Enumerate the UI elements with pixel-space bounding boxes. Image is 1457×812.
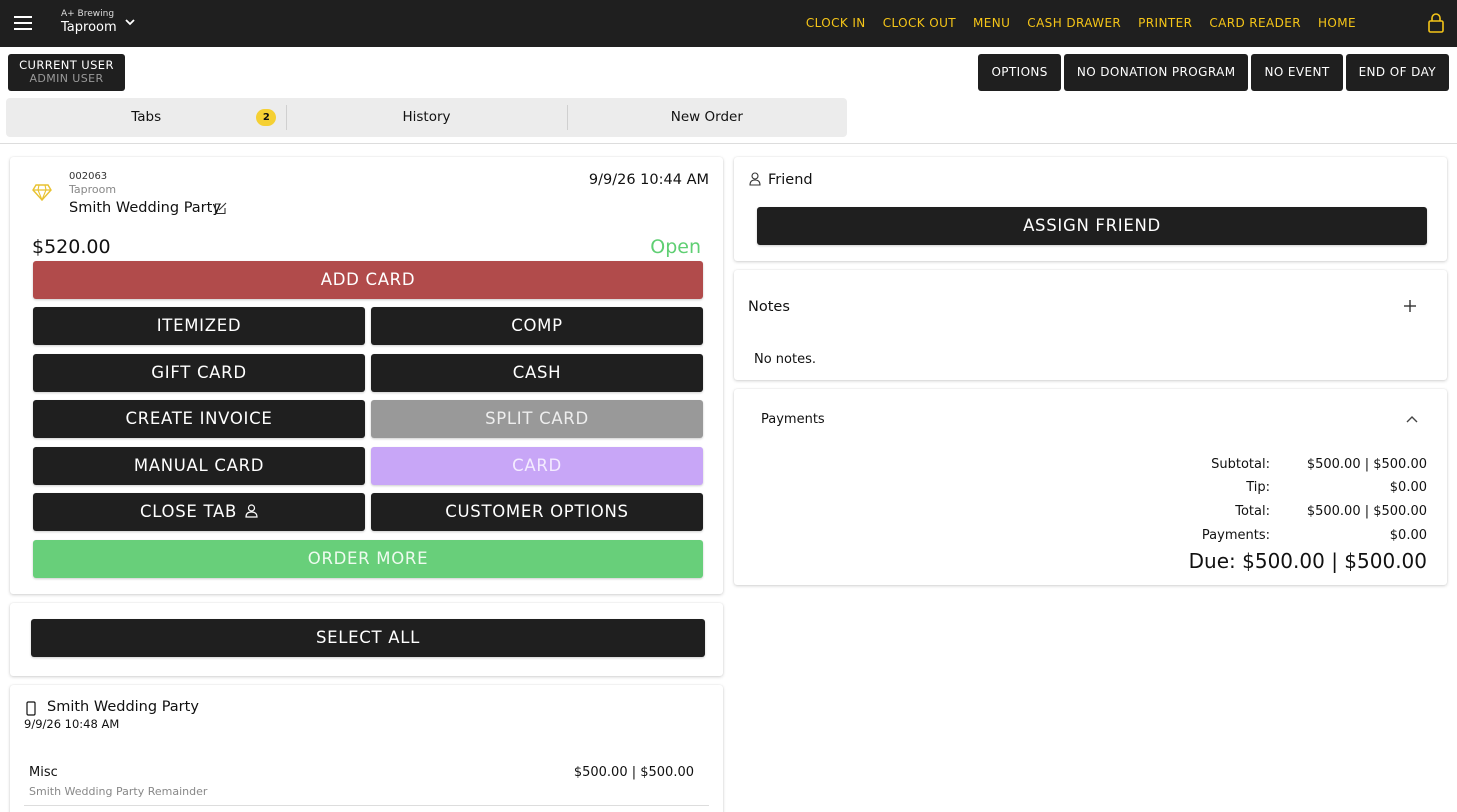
event-button[interactable]: NO EVENT [1251,54,1343,91]
amount-due: Due: $500.00 | $500.00 [1188,549,1427,573]
hamburger-menu-icon[interactable] [14,15,32,31]
subtotal-row: Subtotal: $500.00 | $500.00 [1150,457,1427,472]
item-description: Smith Wedding Party Remainder [29,785,208,798]
order-name: Smith Wedding Party [69,200,221,216]
nav-clock-in[interactable]: CLOCK IN [806,16,866,30]
select-all-card: SELECT ALL [10,603,723,676]
itemized-button[interactable]: ITEMIZED [33,307,365,345]
company-name: A+ Brewing [61,9,115,19]
tip-row: Tip: $0.00 [1150,480,1427,495]
total-row: Total: $500.00 | $500.00 [1150,504,1427,519]
order-total: $520.00 [32,236,111,258]
order-number: 002063 [69,171,108,182]
gift-card-button[interactable]: GIFT CARD [33,354,365,392]
nav-printer[interactable]: PRINTER [1138,16,1192,30]
customer-options-button[interactable]: CUSTOMER OPTIONS [371,493,703,531]
subtotal-label: Subtotal: [1211,457,1270,472]
split-card-button[interactable]: SPLIT CARD [371,400,703,438]
person-icon [245,504,258,518]
top-nav-links: CLOCK IN CLOCK OUT MENU CASH DRAWER PRIN… [789,16,1356,30]
nav-home[interactable]: HOME [1318,16,1356,30]
nav-clock-out[interactable]: CLOCK OUT [883,16,956,30]
divider [24,805,709,806]
friend-card: Friend ASSIGN FRIEND [734,157,1447,261]
edit-icon[interactable] [214,202,227,215]
item-price: $500.00 | $500.00 [573,765,694,780]
order-card: 002063 Taproom Smith Wedding Party 9/9/2… [10,157,723,594]
total-label: Total: [1235,504,1270,519]
tab-label: Tabs [131,109,162,125]
manual-card-button[interactable]: MANUAL CARD [33,447,365,485]
item-group-date: 9/9/26 10:48 AM [24,717,120,731]
tab-tabs[interactable]: Tabs 2 [6,98,286,137]
payments-value: $0.00 [1389,528,1427,543]
options-button[interactable]: OPTIONS [978,54,1061,91]
order-status: Open [650,236,701,258]
order-location: Taproom [69,183,117,196]
nav-card-reader[interactable]: CARD READER [1209,16,1301,30]
current-user-button[interactable]: CURRENT USER ADMIN USER [8,54,125,91]
top-actions: OPTIONS NO DONATION PROGRAM NO EVENT END… [978,54,1449,91]
tip-label: Tip: [1246,480,1270,495]
notes-empty-text: No notes. [754,352,817,367]
item-group-name: Smith Wedding Party [47,699,199,715]
notes-title: Notes [748,299,790,315]
location-selector[interactable]: A+ Brewing Taproom [61,9,117,37]
create-invoice-button[interactable]: CREATE INVOICE [33,400,365,438]
donation-program-button[interactable]: NO DONATION PROGRAM [1063,54,1249,91]
order-more-button[interactable]: ORDER MORE [33,540,703,578]
select-all-button[interactable]: SELECT ALL [31,619,705,657]
nav-cash-drawer[interactable]: CASH DRAWER [1027,16,1121,30]
divider [0,143,1457,144]
close-tab-button[interactable]: CLOSE TAB [33,493,365,531]
subtotal-value: $500.00 | $500.00 [1306,457,1427,472]
payments-row: Payments: $0.00 [1150,528,1427,543]
payments-title[interactable]: Payments [761,412,825,427]
friend-label: Friend [768,172,813,188]
assign-friend-button[interactable]: ASSIGN FRIEND [757,207,1427,245]
tab-label: New Order [670,109,743,125]
order-datetime: 9/9/26 10:44 AM [588,172,709,188]
comp-button[interactable]: COMP [371,307,703,345]
person-icon [749,172,761,186]
lock-icon[interactable] [1427,12,1445,34]
order-items-card: Smith Wedding Party 9/9/26 10:48 AM Misc… [10,685,723,812]
nav-menu[interactable]: MENU [973,16,1010,30]
add-card-button[interactable]: ADD CARD [33,261,703,299]
plus-icon[interactable] [1403,299,1417,313]
gem-icon [32,184,52,201]
cash-button[interactable]: CASH [371,354,703,392]
location-name: Taproom [61,20,117,35]
view-tabs: Tabs 2 History New Order [6,98,847,137]
tabs-count-badge: 2 [256,109,277,126]
total-value: $500.00 | $500.00 [1306,504,1427,519]
payments-label: Payments: [1201,528,1270,543]
payments-card: Payments Subtotal: $500.00 | $500.00 Tip… [734,389,1447,585]
notes-card: Notes No notes. [734,270,1447,380]
current-user-value: ADMIN USER [29,72,104,85]
card-button[interactable]: CARD [371,447,703,485]
current-user-label: CURRENT USER [19,58,114,72]
end-of-day-button[interactable]: END OF DAY [1345,54,1449,91]
tab-label: History [402,109,451,125]
chevron-up-icon[interactable] [1406,415,1418,423]
top-nav-bar: A+ Brewing Taproom CLOCK IN CLOCK OUT ME… [0,0,1457,47]
phone-icon [26,701,36,716]
item-name[interactable]: Misc [29,765,58,780]
close-tab-label: CLOSE TAB [140,502,237,521]
tip-value: $0.00 [1389,480,1427,495]
tab-new-order[interactable]: New Order [566,98,847,137]
tab-history[interactable]: History [286,98,566,137]
chevron-down-icon[interactable] [124,16,136,28]
